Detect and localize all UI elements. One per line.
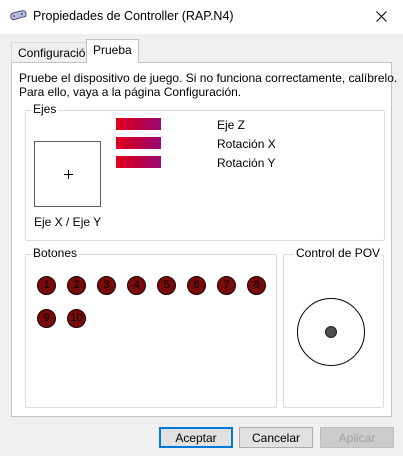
- button-number: 3: [103, 279, 110, 291]
- button-number: 9: [43, 312, 50, 324]
- joystick-button-3: 3: [97, 276, 116, 295]
- instructions-line: Pruebe el dispositivo de juego. Si no fu…: [19, 71, 398, 85]
- close-icon: [375, 10, 387, 22]
- button-number: 2: [73, 279, 80, 291]
- button-number: 5: [163, 279, 170, 291]
- properties-dialog: Propiedades de Controller (RAP.N4) Confi…: [0, 0, 403, 456]
- accept-button[interactable]: Aceptar: [159, 427, 233, 448]
- joystick-button-6: 6: [187, 276, 206, 295]
- close-button[interactable]: [359, 0, 403, 32]
- z-axis-bar: [116, 118, 161, 130]
- accept-label: Aceptar: [175, 430, 217, 445]
- gamepad-icon: [9, 9, 27, 23]
- crosshair-icon: [64, 170, 73, 179]
- y-rotation-label: Rotación Y: [217, 156, 276, 170]
- joystick-button-8: 8: [247, 276, 266, 295]
- xy-axis-label: Eje X / Eje Y: [34, 215, 102, 229]
- tab-label: Prueba: [93, 43, 132, 57]
- pov-center-dot: [325, 326, 337, 338]
- buttons-group: [25, 254, 277, 408]
- joystick-button-4: 4: [127, 276, 146, 295]
- y-rotation-bar: [116, 156, 161, 168]
- instructions-text: Pruebe el dispositivo de juego. Si no fu…: [19, 71, 398, 99]
- z-axis-label: Eje Z: [217, 118, 246, 132]
- apply-label: Aplicar: [338, 430, 376, 445]
- joystick-button-10: 10: [67, 309, 86, 328]
- button-number: 10: [70, 312, 83, 324]
- cancel-button[interactable]: Cancelar: [239, 427, 313, 448]
- x-rotation-bar: [116, 137, 161, 149]
- joystick-button-9: 9: [37, 309, 56, 328]
- window-title: Propiedades de Controller (RAP.N4): [33, 9, 234, 23]
- cancel-label: Cancelar: [251, 430, 301, 445]
- button-number: 6: [193, 279, 200, 291]
- button-number: 1: [43, 279, 50, 291]
- button-number: 8: [253, 279, 260, 291]
- xy-axis-display: [34, 141, 101, 207]
- buttons-group-label: Botones: [31, 246, 80, 260]
- instructions-line: Para ello, vaya a la página Configuració…: [19, 85, 242, 99]
- tab-label: Configuración: [18, 46, 93, 60]
- title-bar: Propiedades de Controller (RAP.N4): [0, 0, 403, 34]
- joystick-button-5: 5: [157, 276, 176, 295]
- pov-group-label: Control de POV: [294, 246, 383, 260]
- joystick-button-7: 7: [217, 276, 236, 295]
- apply-button[interactable]: Aplicar: [320, 427, 394, 448]
- axes-group-label: Ejes: [31, 102, 59, 116]
- button-number: 4: [133, 279, 140, 291]
- x-rotation-label: Rotación X: [217, 137, 276, 151]
- tab-prueba[interactable]: Prueba: [86, 39, 139, 63]
- joystick-button-1: 1: [37, 276, 56, 295]
- button-number: 7: [223, 279, 230, 291]
- joystick-button-2: 2: [67, 276, 86, 295]
